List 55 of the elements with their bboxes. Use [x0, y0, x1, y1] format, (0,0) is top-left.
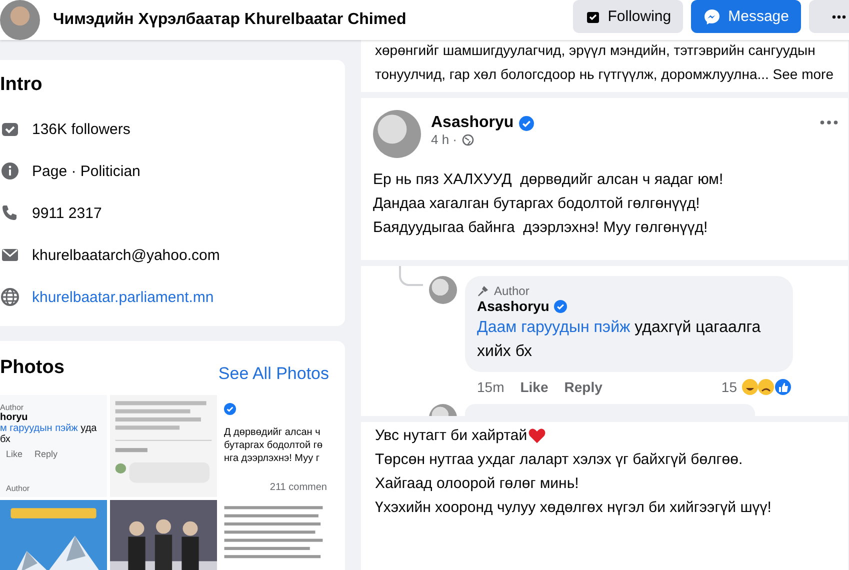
- intro-text: 136K followers: [32, 120, 130, 138]
- comment-action[interactable]: Reply: [564, 379, 602, 395]
- photos-title: Photos: [0, 357, 64, 379]
- heart-icon: [528, 428, 546, 444]
- author-label: Author: [0, 403, 25, 412]
- thread-line: [399, 266, 423, 286]
- comment-text: м гаруудын пэйж уда: [0, 423, 98, 434]
- intro-text: 9911 2317: [32, 204, 102, 222]
- post-text: Дандаа хагалган бутаргах бодолтой гөлгөнүүд!: [373, 194, 701, 214]
- profile-avatar[interactable]: [0, 0, 40, 40]
- verified-icon: [224, 403, 236, 415]
- comment-action: Reply: [34, 449, 58, 459]
- more-icon[interactable]: [820, 120, 838, 125]
- more-icon: [832, 14, 846, 18]
- author-label: Author: [6, 484, 31, 493]
- post-text: Увс нутагт би хайртай: [375, 426, 528, 446]
- see-all-photos-link[interactable]: See All Photos: [218, 364, 329, 384]
- user-avatar[interactable]: [373, 110, 421, 158]
- post-text: Баядуудыгаа байнга дээрлэхнэ! Муу гөлгөнүүд!: [373, 218, 709, 238]
- post-text: Ер нь пяз ХАЛХУУД дөрвөдийг алсан ч яадаг юм!: [373, 170, 724, 190]
- website-link[interactable]: khurelbaatar.parliament.mn: [32, 288, 214, 306]
- commenter-name: horyu: [0, 412, 29, 423]
- comment-time: 15m: [477, 379, 504, 395]
- page-link[interactable]: Даам гаруудын пэйж: [477, 319, 630, 336]
- comment-count: 211 commen: [268, 482, 327, 493]
- user-avatar[interactable]: [429, 276, 457, 304]
- intro-text: khurelbaatarch@yahoo.com: [32, 246, 220, 264]
- post-time: 4 h ·: [431, 132, 458, 147]
- reaction-count: 15: [721, 379, 737, 395]
- intro-text: Page · Politician: [32, 162, 140, 180]
- post-excerpt: хөрөнгийг шамшигдуулагчид, эрүүл мэндийн, тэтгэврийн сангуудын тонуулчид, гар хөл бологсдоор нь гүтгүүлж, доромжлуулна... See more: [375, 41, 834, 84]
- reactions-icon: [741, 378, 793, 396]
- messenger-icon: [703, 8, 722, 26]
- post-text: Д дөрвөдийг алсан ч: [224, 427, 322, 438]
- post-text: Үхэхийн хооронд чулуу хөдөлгөх нүгэл би хийгээгүй шүү!: [375, 498, 772, 518]
- comment-text: бх: [0, 434, 12, 445]
- author-label: Author: [494, 284, 530, 298]
- post-text: Хайгаад олоорой гөлөг минь!: [375, 474, 580, 494]
- globe-icon: [0, 287, 20, 307]
- microphone-icon: [477, 285, 489, 297]
- intro-title: Intro: [0, 74, 44, 96]
- photo-thumbnail[interactable]: Author horyu м гаруудын пэйж уда бх Like Reply Author: [0, 395, 107, 497]
- globe-icon: [462, 134, 474, 146]
- commenter-name[interactable]: Asashoryu: [477, 298, 550, 314]
- comment-action: Like: [6, 449, 23, 459]
- message-button[interactable]: Message: [691, 0, 801, 33]
- following-button[interactable]: Following: [572, 0, 684, 33]
- comment-action[interactable]: Like: [520, 379, 548, 395]
- post-text: нга дээрлэхнэ! Муу г: [224, 453, 321, 464]
- post-text: бутаргах бодолтой гө: [224, 440, 324, 451]
- comment-text: Даам гаруудын пэйж удахгүй цагаалга хийх бх: [477, 318, 762, 362]
- page-name: Чимэдийн Хүрэлбаатар Khurelbaatar Chimed: [53, 11, 408, 29]
- author-name[interactable]: Asashoryu: [431, 114, 514, 132]
- post-text: Төрсөн нутгаа ухдаг лаларт хэлэх үг байхгүй бөлгөө.: [375, 450, 744, 470]
- see-more-link[interactable]: See more: [772, 66, 834, 82]
